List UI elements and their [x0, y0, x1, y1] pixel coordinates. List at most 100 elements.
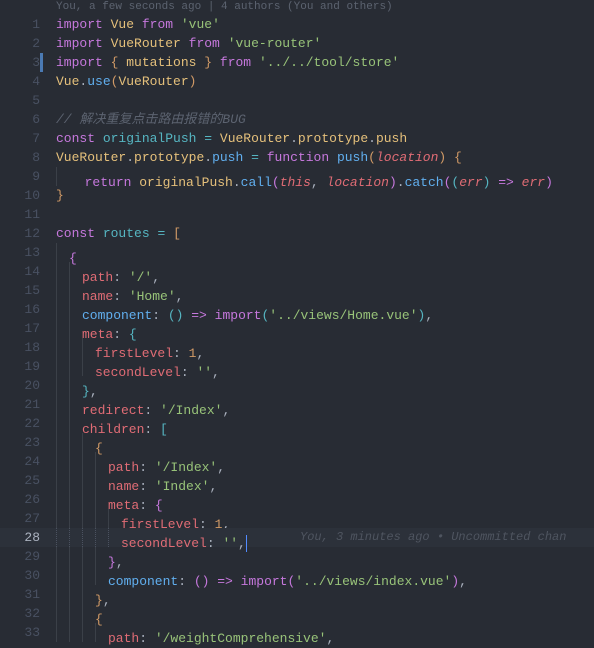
code-content[interactable]: meta: {: [56, 319, 594, 338]
code-line-23[interactable]: 23{: [0, 433, 594, 452]
code-content[interactable]: redirect: '/Index',: [56, 395, 594, 414]
code-line-3[interactable]: 3import { mutations } from '../../tool/s…: [0, 53, 594, 72]
code-content[interactable]: const originalPush = VueRouter.prototype…: [56, 129, 594, 148]
code-line-26[interactable]: 26meta: {: [0, 490, 594, 509]
code-content[interactable]: }: [56, 186, 594, 205]
code-content[interactable]: import { mutations } from '../../tool/st…: [56, 53, 594, 72]
code-line-8[interactable]: 8VueRouter.prototype.push = function pus…: [0, 148, 594, 167]
code-content[interactable]: meta: {: [56, 490, 594, 509]
line-number: 20: [0, 376, 56, 395]
code-line-4[interactable]: 4Vue.use(VueRouter): [0, 72, 594, 91]
code-line-15[interactable]: 15name: 'Home',: [0, 281, 594, 300]
line-number: 4: [0, 72, 56, 91]
code-content[interactable]: [56, 91, 594, 110]
code-content[interactable]: import VueRouter from 'vue-router': [56, 34, 594, 53]
indent-guide: [69, 566, 82, 585]
code-content[interactable]: {: [56, 433, 594, 452]
code-line-11[interactable]: 11: [0, 205, 594, 224]
indent-guide: [56, 357, 69, 376]
modification-marker: [40, 53, 43, 72]
code-content[interactable]: children: [: [56, 414, 594, 433]
indent-guide: [82, 471, 95, 490]
token-punc: .: [126, 150, 134, 165]
indent-guide: [56, 300, 69, 319]
code-line-33[interactable]: 33path: '/weightComprehensive',: [0, 623, 594, 642]
code-content[interactable]: },: [56, 585, 594, 604]
code-line-17[interactable]: 17meta: {: [0, 319, 594, 338]
token-punc: .: [204, 150, 212, 165]
code-line-9[interactable]: 9 return originalPush.call(this, locatio…: [0, 167, 594, 186]
token-comment: // 解决重复点击路由报错的BUG: [56, 112, 246, 127]
code-line-25[interactable]: 25name: 'Index',: [0, 471, 594, 490]
token-brace-y: }: [204, 55, 212, 70]
code-line-1[interactable]: 1import Vue from 'vue': [0, 15, 594, 34]
code-line-18[interactable]: 18firstLevel: 1,: [0, 338, 594, 357]
indent-guide: [108, 528, 121, 547]
code-content[interactable]: path: '/weightComprehensive',: [56, 623, 594, 642]
code-line-30[interactable]: 30component: () => import('../views/inde…: [0, 566, 594, 585]
code-content[interactable]: name: 'Index',: [56, 471, 594, 490]
code-line-20[interactable]: 20},: [0, 376, 594, 395]
code-editor[interactable]: You, a few seconds ago | 4 authors (You …: [0, 0, 594, 648]
code-content[interactable]: firstLevel: 1,: [56, 338, 594, 357]
code-content[interactable]: const routes = [: [56, 224, 594, 243]
indent-guide: [95, 566, 108, 585]
code-content[interactable]: {: [56, 604, 594, 623]
code-content[interactable]: {: [56, 243, 594, 262]
line-number: 16: [0, 300, 56, 319]
code-content[interactable]: Vue.use(VueRouter): [56, 72, 594, 91]
code-line-13[interactable]: 13{: [0, 243, 594, 262]
code-content[interactable]: path: '/Index',: [56, 452, 594, 471]
indent-guide: [69, 376, 82, 395]
token-plain: [134, 17, 142, 32]
code-line-27[interactable]: 27firstLevel: 1,: [0, 509, 594, 528]
code-content[interactable]: path: '/',: [56, 262, 594, 281]
code-line-16[interactable]: 16component: () => import('../views/Home…: [0, 300, 594, 319]
token-key: path: [108, 631, 139, 646]
code-content[interactable]: // 解决重复点击路由报错的BUG: [56, 110, 594, 129]
line-number: 9: [0, 167, 56, 186]
code-line-2[interactable]: 2import VueRouter from 'vue-router': [0, 34, 594, 53]
line-number: 25: [0, 471, 56, 490]
indent-guide: [69, 547, 82, 566]
code-line-19[interactable]: 19secondLevel: '',: [0, 357, 594, 376]
token-var: prototype: [298, 131, 368, 146]
indent-guide: [56, 395, 69, 414]
code-content[interactable]: return originalPush.call(this, location)…: [56, 167, 594, 186]
token-punc: :: [139, 631, 155, 646]
token-plain: [103, 36, 111, 51]
indent-guide: [82, 433, 95, 452]
code-line-29[interactable]: 29},: [0, 547, 594, 566]
token-var: VueRouter: [220, 131, 290, 146]
code-line-28[interactable]: 28You, 3 minutes ago • Uncommitted chans…: [0, 528, 594, 547]
code-line-10[interactable]: 10}: [0, 186, 594, 205]
code-content[interactable]: },: [56, 376, 594, 395]
indent-guide: [95, 623, 108, 642]
code-content[interactable]: VueRouter.prototype.push = function push…: [56, 148, 594, 167]
code-line-31[interactable]: 31},: [0, 585, 594, 604]
code-content[interactable]: name: 'Home',: [56, 281, 594, 300]
code-content[interactable]: [56, 205, 594, 224]
code-line-32[interactable]: 32{: [0, 604, 594, 623]
token-op: =: [251, 150, 259, 165]
code-content[interactable]: firstLevel: 1,: [56, 509, 594, 528]
code-content[interactable]: import Vue from 'vue': [56, 15, 594, 34]
code-line-7[interactable]: 7const originalPush = VueRouter.prototyp…: [0, 129, 594, 148]
code-line-24[interactable]: 24path: '/Index',: [0, 452, 594, 471]
token-func: use: [87, 74, 110, 89]
code-content[interactable]: secondLevel: '',: [56, 357, 594, 376]
code-line-21[interactable]: 21redirect: '/Index',: [0, 395, 594, 414]
code-line-12[interactable]: 12const routes = [: [0, 224, 594, 243]
codelens-annotation[interactable]: You, a few seconds ago | 4 authors (You …: [0, 0, 594, 15]
code-line-5[interactable]: 5: [0, 91, 594, 110]
code-content[interactable]: component: () => import('../views/Home.v…: [56, 300, 594, 319]
code-content[interactable]: },: [56, 547, 594, 566]
indent-guide: [82, 547, 95, 566]
code-line-14[interactable]: 14path: '/',: [0, 262, 594, 281]
code-line-6[interactable]: 6// 解决重复点击路由报错的BUG: [0, 110, 594, 129]
code-content[interactable]: component: () => import('../views/index.…: [56, 566, 594, 585]
code-line-22[interactable]: 22children: [: [0, 414, 594, 433]
token-kw: function: [267, 150, 329, 165]
line-number: 15: [0, 281, 56, 300]
token-str: '/weightComprehensive': [155, 631, 327, 646]
